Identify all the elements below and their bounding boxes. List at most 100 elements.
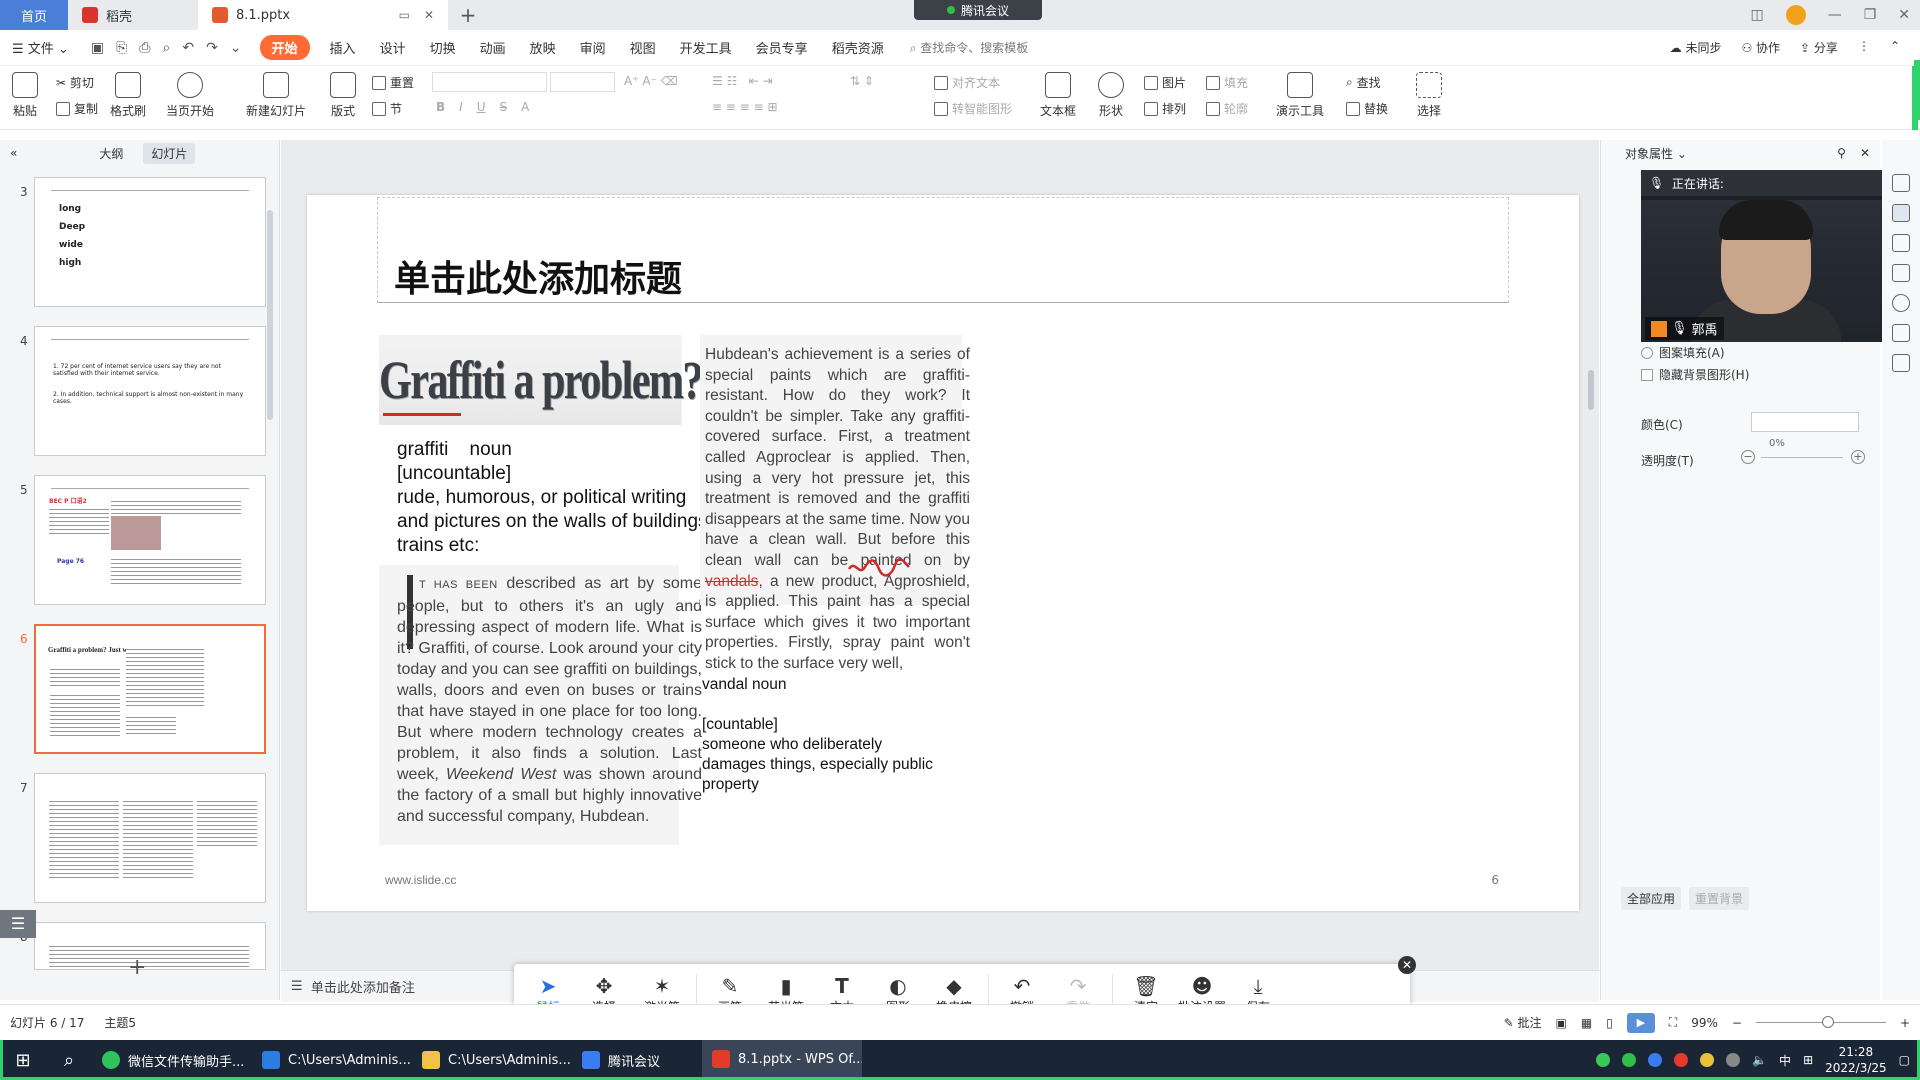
copy-button[interactable]: 复制 xyxy=(56,100,98,117)
pin-icon[interactable]: ⚲ xyxy=(1837,146,1846,160)
layout-button[interactable]: 版式 xyxy=(330,72,356,119)
more-menu-icon[interactable]: ⋮ xyxy=(1858,39,1870,56)
select-button[interactable]: 选择 xyxy=(1416,72,1442,119)
taskbar-item-wechat[interactable]: 微信文件传输助手... xyxy=(92,1040,252,1080)
close-window-icon[interactable]: ✕ xyxy=(1898,7,1910,23)
align-buttons[interactable]: ≡ ≡ ≡ ≡ ⊞ xyxy=(712,100,778,114)
tab-start[interactable]: 开始 xyxy=(259,35,310,60)
fill-button[interactable]: 填充 xyxy=(1206,74,1248,91)
file-menu[interactable]: ☰ 文件 ⌄ xyxy=(0,38,81,57)
user-avatar[interactable] xyxy=(1785,5,1806,25)
slide-thumbnail[interactable] xyxy=(34,773,266,903)
font-size-select[interactable] xyxy=(550,72,615,92)
pattern-fill-radio[interactable] xyxy=(1641,346,1653,359)
from-current-button[interactable]: 当页开始 xyxy=(166,72,214,119)
redo-icon[interactable]: ↷ xyxy=(206,40,218,56)
restore-icon[interactable]: ❐ xyxy=(1864,7,1877,23)
close-panel-icon[interactable]: ✕ xyxy=(1860,146,1870,160)
wechat-tray-icon[interactable] xyxy=(1622,1053,1637,1067)
convert-smartart-button[interactable]: 转智能图形 xyxy=(934,100,1012,117)
tab-member[interactable]: 会员专享 xyxy=(744,38,820,57)
color-select[interactable] xyxy=(1751,412,1859,432)
properties-icon[interactable] xyxy=(1892,204,1910,222)
new-slide-button[interactable]: 新建幻灯片 xyxy=(246,72,306,119)
font-color-button[interactable]: A xyxy=(521,100,529,114)
help-icon[interactable] xyxy=(1892,294,1910,312)
picture-button[interactable]: 图片 xyxy=(1144,74,1186,91)
preview-icon[interactable]: ⌕ xyxy=(162,40,170,56)
add-slide-icon[interactable]: + xyxy=(128,955,146,980)
canvas-scrollbar[interactable] xyxy=(1585,140,1597,970)
notification-icon[interactable]: ▢ xyxy=(1899,1053,1910,1067)
reset-background-button[interactable]: 重置背景 xyxy=(1689,887,1750,910)
align-text-button[interactable]: 对齐文本 xyxy=(934,74,1000,91)
sync-button[interactable]: ☁ 未同步 xyxy=(1670,39,1722,56)
command-search[interactable]: ⌕ 查找命令、搜索模板 xyxy=(896,39,1029,56)
collapse-panel-icon[interactable]: « xyxy=(10,146,17,160)
comments-icon[interactable] xyxy=(1892,264,1910,282)
more-icon[interactable]: ⌄ xyxy=(230,40,242,56)
meeting-badge[interactable]: 腾讯会议 xyxy=(914,0,1042,20)
clock[interactable]: 21:28 2022/3/25 xyxy=(1825,1044,1887,1076)
start-button[interactable]: ⊞ xyxy=(0,1040,46,1080)
style-icon[interactable] xyxy=(1892,174,1910,192)
sorter-view-icon[interactable]: ▦ xyxy=(1581,1016,1592,1030)
close-tab-icon[interactable]: ✕ xyxy=(424,8,434,22)
shape-button[interactable]: 形状 xyxy=(1098,72,1124,119)
tab-animation[interactable]: 动画 xyxy=(468,38,518,57)
canvas-scroll-thumb[interactable] xyxy=(1588,370,1594,410)
slide[interactable]: 单击此处添加标题 Graffiti a problem? Just wash i… xyxy=(307,195,1579,911)
tab-daoke-resources[interactable]: 稻壳资源 xyxy=(820,38,896,57)
format-painter-button[interactable]: 格式刷 xyxy=(110,72,146,119)
zoom-out-icon[interactable]: − xyxy=(1732,1016,1742,1030)
underline-button[interactable]: U xyxy=(477,100,486,114)
slide-title[interactable]: 单击此处添加标题 xyxy=(394,250,682,302)
tab-transition[interactable]: 切换 xyxy=(418,38,468,57)
network-icon[interactable] xyxy=(1726,1053,1741,1067)
keyboard-icon[interactable]: ⊞ xyxy=(1803,1053,1813,1067)
panel-title[interactable]: 对象属性 ⌄ xyxy=(1625,145,1687,162)
tab-review[interactable]: 审阅 xyxy=(568,38,618,57)
graffiti-definition[interactable]: graffiti noun [uncountable] rude, humoro… xyxy=(397,438,713,558)
volume-icon[interactable]: 🔈 xyxy=(1752,1053,1767,1067)
collab-button[interactable]: ⚇ 协作 xyxy=(1741,39,1780,56)
save-icon[interactable]: ▣ xyxy=(91,40,104,56)
tab-view[interactable]: 视图 xyxy=(618,38,668,57)
taskbar-item-wps[interactable]: 8.1.pptx - WPS Of... xyxy=(702,1040,862,1080)
share-button[interactable]: ⇪ 分享 xyxy=(1800,39,1838,56)
text-direction-button[interactable]: ⇅ ⇕ xyxy=(850,74,874,88)
zoom-level[interactable]: 99% xyxy=(1691,1016,1718,1030)
print-icon[interactable]: ⎙ xyxy=(139,40,150,56)
find-button[interactable]: ⌕ 查找 xyxy=(1346,74,1381,91)
section-button[interactable]: 节 xyxy=(372,100,402,117)
undo-icon[interactable]: ↶ xyxy=(182,40,194,56)
list-view-icon[interactable]: ☰ xyxy=(0,910,36,938)
backup-icon[interactable] xyxy=(1892,324,1910,342)
minimize-icon[interactable]: — xyxy=(1828,7,1842,23)
slide-thumbnail[interactable]: BEC P 口语2 Page 76 xyxy=(34,475,266,605)
taskbar-item-explorer-2[interactable]: C:\Users\Adminis... xyxy=(412,1040,572,1080)
meeting-tray-icon[interactable] xyxy=(1648,1053,1663,1067)
tab-slideshow[interactable]: 放映 xyxy=(518,38,568,57)
thumbnail-scrollbar[interactable] xyxy=(267,210,273,420)
tab-design[interactable]: 设计 xyxy=(368,38,418,57)
replace-button[interactable]: 替换 xyxy=(1346,100,1388,117)
tab-slides[interactable]: 幻灯片 xyxy=(143,142,196,164)
title-placeholder[interactable]: 单击此处添加标题 xyxy=(377,197,1509,303)
float-window-icon[interactable]: ▭ xyxy=(399,8,410,22)
zoom-slider[interactable] xyxy=(1755,1016,1886,1028)
taskbar-item-explorer-1[interactable]: C:\Users\Adminis... xyxy=(252,1040,412,1080)
theme-name[interactable]: 主题5 xyxy=(104,1014,136,1031)
slide-thumbnail-active[interactable]: Graffiti a problem? Just wash it! xyxy=(34,624,266,754)
meeting-video-window[interactable]: 🎙 正在讲话: 🎙 郭禹 xyxy=(1641,170,1885,342)
tray-app-icon[interactable] xyxy=(1596,1053,1611,1067)
transparency-slider[interactable] xyxy=(1761,457,1843,458)
pattern-fill-option[interactable]: 图案填充(A) xyxy=(1641,344,1725,361)
bold-button[interactable]: B xyxy=(436,100,445,114)
italic-button[interactable]: I xyxy=(459,100,463,114)
font-name-select[interactable] xyxy=(432,72,547,92)
hide-bg-checkbox[interactable] xyxy=(1641,368,1653,381)
font-size-adjust[interactable]: A⁺ A⁻ ⌫ xyxy=(624,74,678,88)
slide-thumbnail[interactable] xyxy=(34,922,266,970)
tab-outline[interactable]: 大纲 xyxy=(91,143,131,164)
